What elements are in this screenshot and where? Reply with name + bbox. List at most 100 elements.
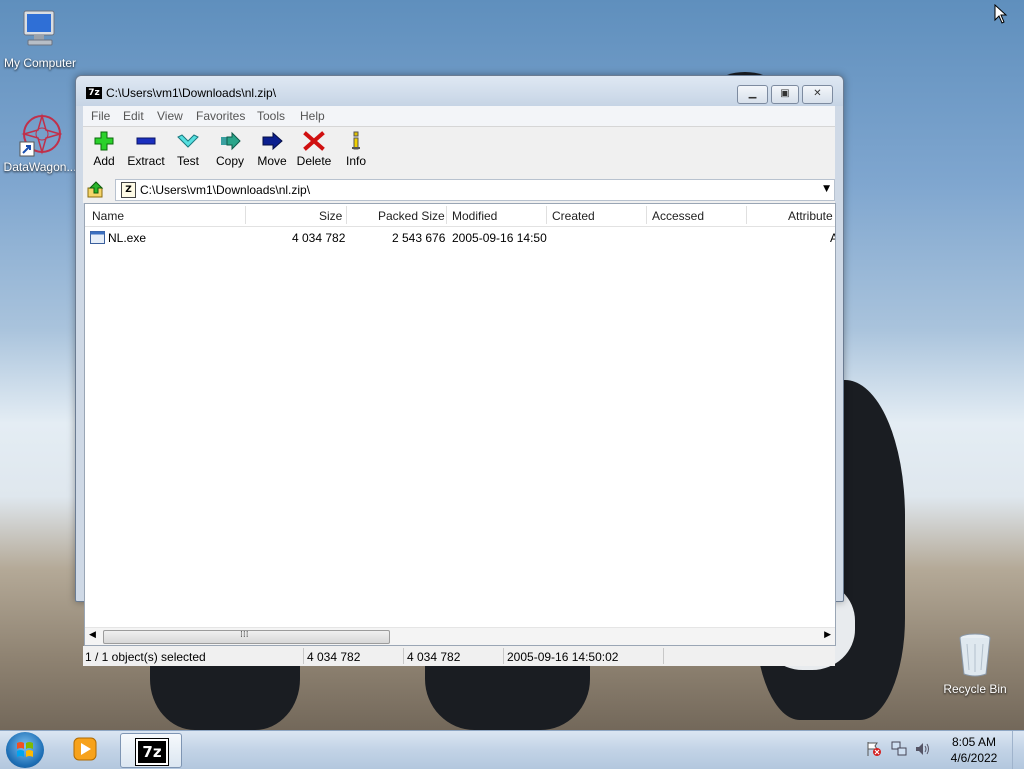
- add-label: Add: [93, 154, 115, 168]
- taskbar-media-player[interactable]: [62, 733, 108, 766]
- 7zip-taskbar-icon: 7z: [135, 738, 169, 766]
- info-label: Info: [345, 154, 366, 168]
- move-label: Move: [257, 154, 287, 168]
- address-bar: Z C:\Users\vm1\Downloads\nl.zip\ ▼: [83, 177, 835, 203]
- toolbar: Add Extract Test Copy Move Delete Info: [83, 126, 835, 178]
- column-separator[interactable]: [346, 206, 347, 224]
- windows-logo-icon: [17, 742, 33, 757]
- taskbar: 7z 8:05 AM 4/6/2022: [0, 730, 1024, 769]
- maximize-icon: ▣: [780, 88, 790, 99]
- column-separator[interactable]: [646, 206, 647, 224]
- action-center-flag-icon[interactable]: [866, 741, 882, 760]
- exe-file-icon: [90, 231, 105, 247]
- address-path: C:\Users\vm1\Downloads\nl.zip\: [140, 183, 311, 197]
- address-combobox[interactable]: Z C:\Users\vm1\Downloads\nl.zip\ ▼: [115, 179, 835, 201]
- status-bar: 1 / 1 object(s) selected 4 034 782 4 034…: [83, 646, 835, 666]
- datawagon-icon: [18, 112, 63, 158]
- status-modified: 2005-09-16 14:50:02: [507, 650, 619, 664]
- scroll-grip: ⁞⁞⁞: [240, 630, 249, 640]
- desktop-icon-datawagon[interactable]: DataWagon...: [0, 112, 80, 174]
- file-list[interactable]: Name Size Packed Size Modified Created A…: [84, 203, 836, 646]
- column-separator[interactable]: [245, 206, 246, 224]
- scroll-right-icon[interactable]: ▶: [824, 630, 831, 640]
- file-size: 4 034 782: [292, 231, 346, 245]
- column-separator[interactable]: [546, 206, 547, 224]
- menu-favorites[interactable]: Favorites: [196, 109, 245, 123]
- copy-icon: [221, 131, 241, 151]
- media-player-icon: [73, 737, 97, 761]
- volume-icon[interactable]: [915, 741, 931, 760]
- desktop-icon-recycle-bin[interactable]: Recycle Bin: [935, 630, 1015, 696]
- extract-button[interactable]: Extract: [126, 131, 166, 168]
- taskbar-7zip[interactable]: 7z: [120, 733, 182, 768]
- 7zip-window[interactable]: 7z C:\Users\vm1\Downloads\nl.zip\ ▁ ▣ ✕ …: [75, 75, 844, 666]
- horizontal-scrollbar[interactable]: ◀ ⁞⁞⁞ ▶: [85, 627, 835, 645]
- delete-icon: [303, 131, 325, 151]
- column-separator[interactable]: [446, 206, 447, 224]
- dropdown-arrow-icon[interactable]: ▼: [823, 184, 830, 194]
- menu-bar: File Edit View Favorites Tools Help: [83, 106, 835, 126]
- table-row[interactable]: NL.exe 4 034 782 2 543 676 2005-09-16 14…: [85, 228, 835, 248]
- menu-view[interactable]: View: [157, 109, 183, 123]
- status-packed: 4 034 782: [407, 650, 461, 664]
- minimize-icon: ▁: [748, 88, 757, 99]
- recycle-bin-icon: [955, 630, 995, 680]
- status-size: 4 034 782: [307, 650, 361, 664]
- column-size[interactable]: Size: [319, 209, 342, 223]
- close-button[interactable]: ✕: [802, 85, 833, 104]
- menu-tools[interactable]: Tools: [257, 109, 285, 123]
- add-button[interactable]: Add: [84, 131, 124, 168]
- column-modified[interactable]: Modified: [452, 209, 497, 223]
- file-name: NL.exe: [108, 231, 147, 245]
- desktop-icon-label: Recycle Bin: [943, 682, 1007, 696]
- column-attribute[interactable]: Attribute: [788, 209, 833, 223]
- clock-date: 4/6/2022: [950, 751, 998, 765]
- test-label: Test: [176, 154, 199, 168]
- file-packed-size: 2 543 676: [392, 231, 446, 245]
- extract-icon: [136, 137, 156, 145]
- menu-help[interactable]: Help: [300, 109, 325, 123]
- add-icon: [94, 131, 114, 151]
- test-button[interactable]: Test: [168, 131, 208, 168]
- copy-label: Copy: [215, 154, 244, 168]
- column-created[interactable]: Created: [552, 209, 595, 223]
- list-header: Name Size Packed Size Modified Created A…: [85, 204, 835, 227]
- taskbar-clock[interactable]: 8:05 AM 4/6/2022: [945, 734, 1003, 766]
- column-name[interactable]: Name: [92, 209, 124, 223]
- up-folder-icon: [87, 181, 104, 198]
- column-separator[interactable]: [746, 206, 747, 224]
- archive-icon: Z: [121, 182, 136, 198]
- mouse-cursor-icon: [994, 3, 1008, 27]
- move-icon: [262, 131, 283, 151]
- scroll-left-icon[interactable]: ◀: [89, 630, 96, 640]
- minimize-button[interactable]: ▁: [737, 85, 768, 104]
- start-button[interactable]: [6, 732, 44, 768]
- maximize-button[interactable]: ▣: [771, 85, 799, 104]
- menu-edit[interactable]: Edit: [123, 109, 144, 123]
- move-button[interactable]: Move: [252, 131, 292, 168]
- desktop-icon-label: DataWagon...: [3, 160, 77, 174]
- test-icon: [177, 134, 199, 148]
- extract-label: Extract: [127, 154, 165, 168]
- window-title: C:\Users\vm1\Downloads\nl.zip\: [106, 86, 277, 100]
- delete-label: Delete: [296, 154, 332, 168]
- up-folder-button[interactable]: [87, 181, 105, 199]
- file-modified: 2005-09-16 14:50: [452, 231, 547, 245]
- show-desktop-button[interactable]: [1012, 731, 1024, 769]
- info-icon: [352, 131, 360, 150]
- status-selection: 1 / 1 object(s) selected: [85, 650, 206, 664]
- column-accessed[interactable]: Accessed: [652, 209, 704, 223]
- scrollbar-thumb[interactable]: ⁞⁞⁞: [103, 630, 390, 644]
- clock-time: 8:05 AM: [951, 735, 997, 749]
- network-icon[interactable]: [891, 741, 907, 760]
- desktop-icon-label: My Computer: [3, 56, 77, 70]
- delete-button[interactable]: Delete: [294, 131, 334, 168]
- info-button[interactable]: Info: [336, 131, 376, 168]
- close-icon: ✕: [813, 88, 822, 99]
- column-packed-size[interactable]: Packed Size: [378, 209, 445, 223]
- desktop-icon-my-computer[interactable]: My Computer: [0, 8, 80, 70]
- menu-file[interactable]: File: [91, 109, 110, 123]
- copy-button[interactable]: Copy: [210, 131, 250, 168]
- 7zip-title-icon: 7z: [86, 87, 102, 99]
- title-bar[interactable]: 7z C:\Users\vm1\Downloads\nl.zip\ ▁ ▣ ✕: [76, 76, 843, 106]
